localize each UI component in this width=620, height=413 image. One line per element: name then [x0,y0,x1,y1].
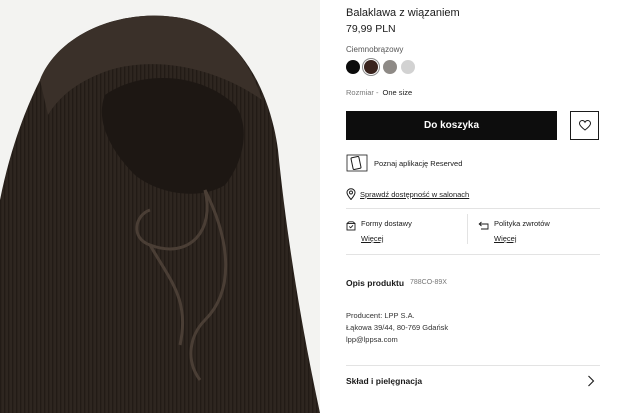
producer-info: Producent: LPP S.A. Łąkowa 39/44, 80-769… [346,310,448,346]
product-image[interactable] [0,0,320,413]
size-label: Rozmiar - [346,88,379,97]
returns-more-link[interactable]: Więcej [494,234,550,243]
app-promo-text: Poznaj aplikację Reserved [374,158,463,168]
swatch-dark-brown[interactable] [364,60,378,74]
swatch-black[interactable] [346,60,360,74]
vertical-divider [467,214,468,244]
phone-icon [346,154,368,172]
store-availability-link[interactable]: Sprawdź dostępność w salonach [346,188,469,200]
box-icon [346,221,356,231]
favorite-button[interactable] [570,111,599,140]
divider [346,208,600,209]
app-promo[interactable]: Poznaj aplikację Reserved [346,154,462,172]
delivery-more-link[interactable]: Więcej [361,234,412,243]
product-price: 79,99 PLN [346,23,396,35]
location-pin-icon [346,188,356,200]
color-label: Ciemnobrązowy [346,45,404,54]
chevron-right-icon[interactable] [587,375,595,387]
heart-icon [578,120,591,131]
size-info: Rozmiar - One size [346,88,412,97]
product-title: Balaklawa z wiązaniem [346,7,460,19]
add-to-cart-button[interactable]: Do koszyka [346,111,557,140]
producer-line: Producent: LPP S.A. [346,311,415,320]
store-availability-text: Sprawdź dostępność w salonach [360,189,470,199]
return-arrow-icon [478,221,489,230]
divider [346,365,600,366]
delivery-info: Formy dostawy Więcej [346,219,412,243]
returns-title: Polityka zwrotów [494,219,550,228]
care-section-toggle[interactable]: Skład i pielęgnacja [346,376,422,386]
swatch-light-grey[interactable] [401,60,415,74]
balaclava-photo [0,0,320,413]
delivery-title: Formy dostawy [361,219,412,228]
producer-email: lpp@lppsa.com [346,335,398,344]
product-details: Balaklawa z wiązaniem 79,99 PLN Ciemnobr… [346,0,600,413]
producer-address: Łąkowa 39/44, 80-769 Gdańsk [346,323,449,332]
product-code: 788CO-89X [410,279,447,286]
swatch-grey[interactable] [383,60,397,74]
divider [346,254,600,255]
description-title[interactable]: Opis produktu [346,278,404,288]
returns-info: Polityka zwrotów Więcej [478,219,550,243]
size-value: One size [382,88,413,97]
